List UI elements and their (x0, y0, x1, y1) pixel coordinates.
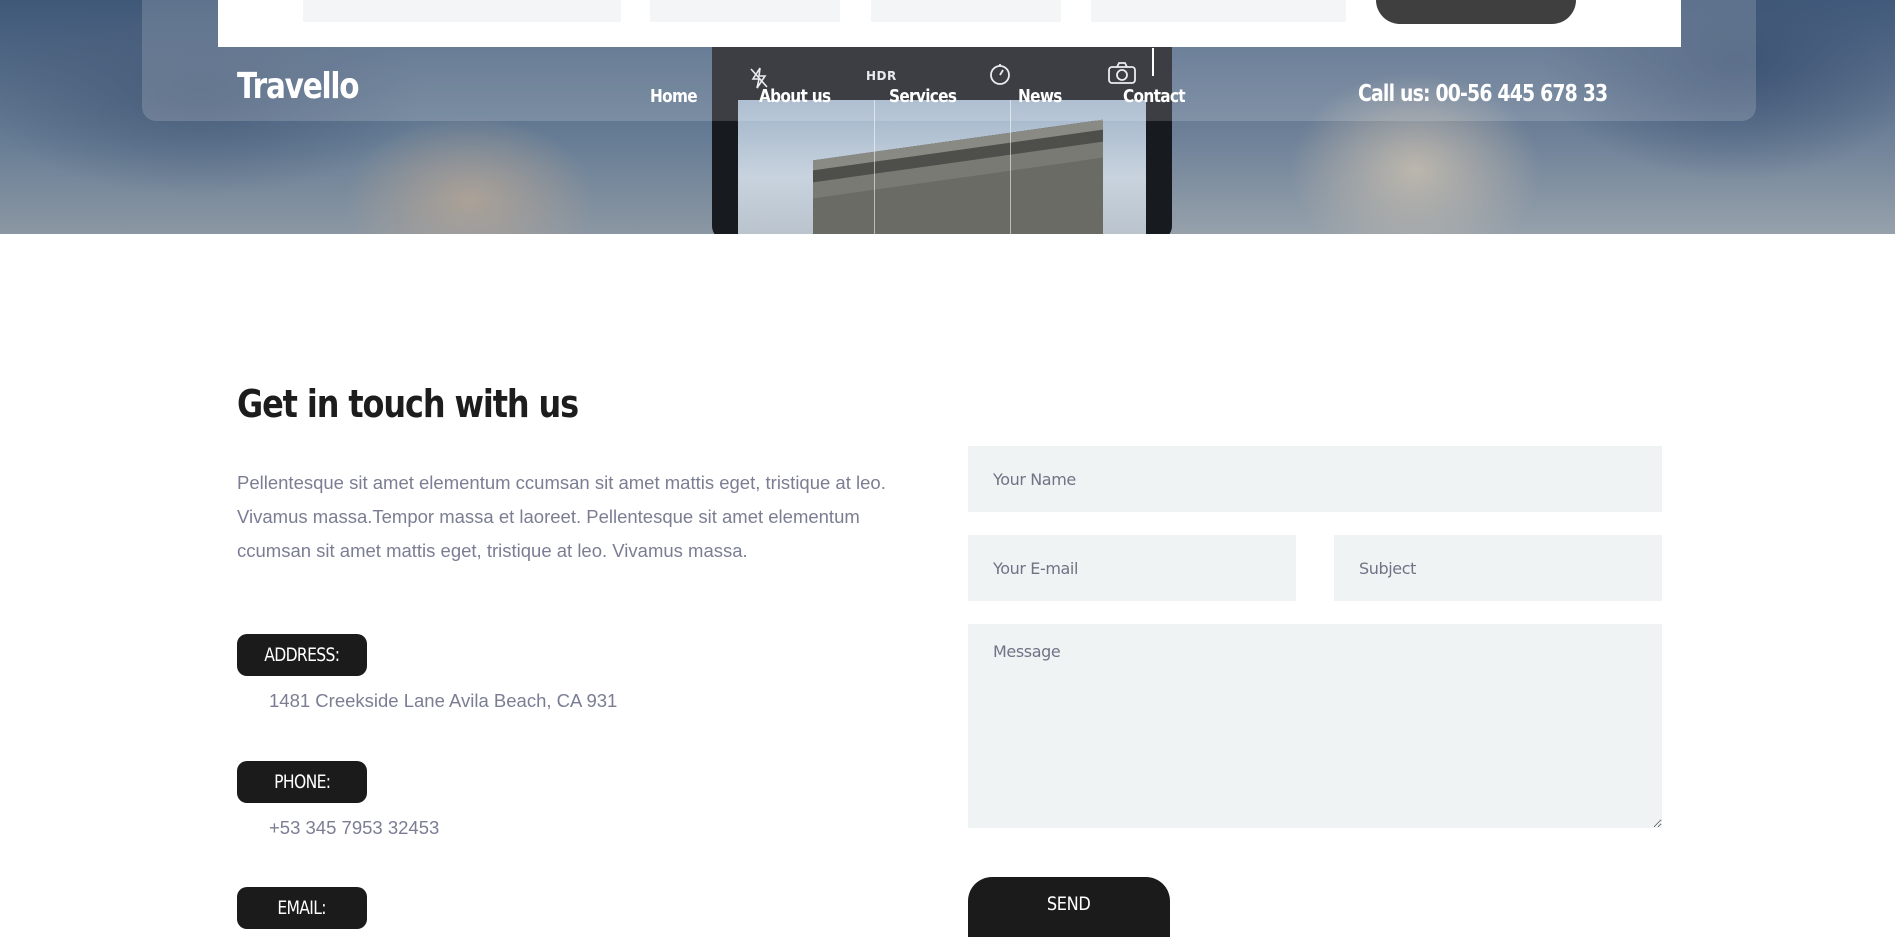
nav-item-services[interactable]: Services (889, 86, 957, 107)
phone-label: PHONE: (237, 761, 367, 803)
subject-input[interactable] (1334, 535, 1662, 601)
contact-title: Get in touch with us (237, 382, 579, 426)
address-label-text: ADDRESS: (264, 644, 340, 666)
send-button-label: SEND (1047, 893, 1091, 915)
nav-item-home[interactable]: Home (650, 86, 698, 107)
main-nav: Home About us Services News Contact (0, 86, 1895, 116)
email-input[interactable] (968, 535, 1296, 601)
message-textarea[interactable] (968, 624, 1662, 828)
name-input[interactable] (968, 446, 1662, 512)
phone-value: +53 345 7953 32453 (269, 817, 440, 838)
hdr-label: HDR (866, 69, 897, 83)
contact-intro: Pellentesque sit amet elementum ccumsan … (237, 472, 886, 561)
arch-image (813, 119, 1103, 234)
address-label: ADDRESS: (237, 634, 367, 676)
text-cursor (1152, 48, 1154, 76)
send-button[interactable]: SEND (968, 877, 1170, 937)
nav-item-contact[interactable]: Contact (1123, 86, 1186, 107)
nav-item-about-us[interactable]: About us (759, 86, 831, 107)
address-value: 1481 Creekside Lane Avila Beach, CA 931 (269, 690, 618, 711)
phone-label-text: PHONE: (273, 771, 331, 793)
header-call-us[interactable]: Call us: 00-56 445 678 33 (1358, 81, 1608, 107)
email-label-text: EMAIL: (277, 897, 327, 919)
email-label: EMAIL: (237, 887, 367, 929)
nav-item-news[interactable]: News (1018, 86, 1062, 107)
